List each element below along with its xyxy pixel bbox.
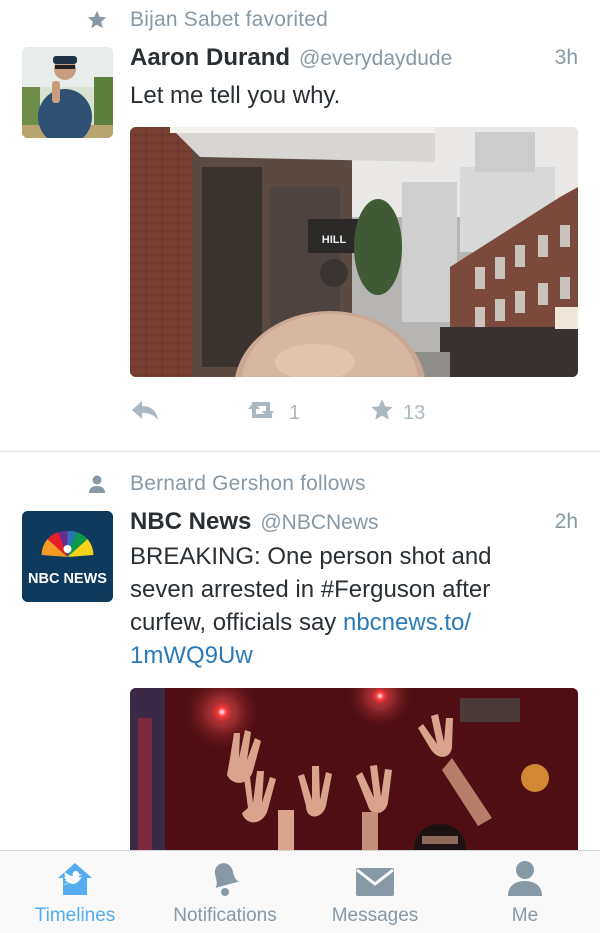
avatar[interactable]: NBC NEWS — [22, 511, 113, 602]
tab-label: Messages — [331, 905, 419, 926]
person-icon — [86, 473, 108, 495]
avatar-text: NBC NEWS — [28, 571, 107, 587]
retweet-icon — [246, 398, 282, 428]
bell-icon — [208, 851, 242, 897]
person-icon — [506, 851, 544, 897]
avatar[interactable] — [22, 47, 113, 138]
timestamp: 2h — [554, 510, 578, 533]
tweet-photo[interactable] — [130, 688, 578, 850]
tweet-header: NBC News @NBCNews 2h — [130, 508, 578, 538]
tab-label: Notifications — [173, 905, 277, 926]
tweet-text: Let me tell you why. — [130, 82, 341, 109]
tab-label: Timelines — [34, 905, 116, 926]
display-name[interactable]: NBC News — [130, 508, 251, 536]
tweet[interactable]: Bijan Sabet favorited Aaron Durand @ever… — [0, 0, 600, 452]
reply-button[interactable] — [130, 398, 160, 428]
envelope-icon — [355, 851, 395, 897]
tab-notifications[interactable]: Notifications — [160, 851, 290, 933]
retweet-count: 1 — [289, 401, 301, 424]
display-name[interactable]: Aaron Durand — [130, 44, 290, 72]
star-icon — [86, 9, 108, 31]
star-icon — [368, 397, 396, 429]
tweet[interactable]: Bernard Gershon follows NBC NEWS NBC New… — [0, 452, 600, 850]
tab-label: Me — [511, 905, 539, 926]
tab-me[interactable]: Me — [480, 851, 570, 933]
retweet-button[interactable]: 1 — [246, 398, 300, 428]
tweet-context: Bernard Gershon follows — [0, 464, 600, 504]
tweet-header: Aaron Durand @everydaydude 3h — [130, 44, 578, 74]
tweet-context: Bijan Sabet favorited — [0, 0, 600, 40]
home-icon — [56, 851, 94, 897]
context-text: Bijan Sabet favorited — [130, 8, 328, 31]
context-text: Bernard Gershon follows — [130, 472, 366, 495]
tweet-text: BREAKING: One person shot and seven arre… — [130, 540, 550, 672]
user-handle[interactable]: @NBCNews — [260, 511, 378, 535]
favorite-button[interactable]: 13 — [368, 398, 425, 428]
tab-messages[interactable]: Messages — [320, 851, 430, 933]
user-handle[interactable]: @everydaydude — [299, 47, 452, 71]
tab-bar: Timelines Notifications Messages Me — [0, 850, 600, 933]
timestamp: 3h — [554, 46, 578, 69]
reply-icon — [130, 399, 160, 427]
sign-text: HILL — [322, 234, 347, 246]
tweet-photo[interactable]: HILL — [130, 127, 578, 377]
tab-timelines[interactable]: Timelines — [20, 851, 130, 933]
favorite-count: 13 — [403, 401, 426, 424]
tweet-actions: 1 13 — [130, 398, 460, 428]
